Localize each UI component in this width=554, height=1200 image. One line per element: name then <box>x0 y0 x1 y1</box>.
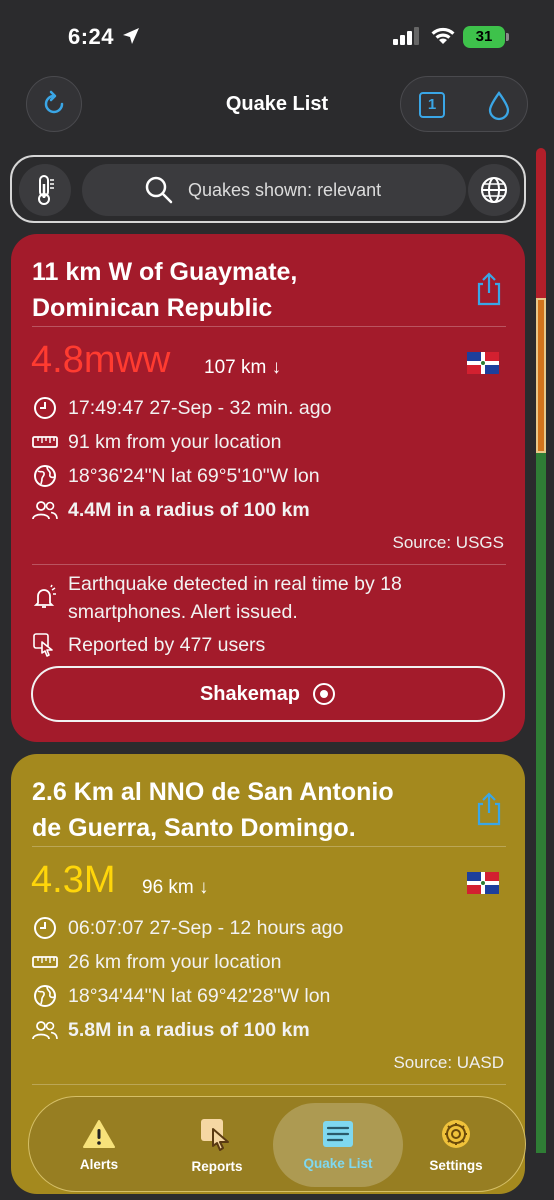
nav-right-group: 1 <box>400 76 528 132</box>
quake-population-row: 4.4M in a radius of 100 km <box>32 495 310 525</box>
quake-title: 11 km W of Guaymate, Dominican Republic <box>32 254 297 326</box>
quake-coords-row: 18°36'24"N lat 69°5'10"W lon <box>32 461 320 491</box>
reported-row: Reported by 477 users <box>32 630 265 660</box>
share-icon[interactable] <box>475 792 503 826</box>
quake-card[interactable]: 11 km W of Guaymate, Dominican Republic … <box>11 234 525 742</box>
tab-alerts[interactable]: Alerts <box>51 1097 147 1193</box>
quake-time: 17:49:47 27-Sep - 32 min. ago <box>68 396 332 419</box>
clock-icon <box>34 917 56 939</box>
quake-source: Source: UASD <box>393 1053 504 1072</box>
globe-button[interactable] <box>468 164 520 216</box>
count-filter-button[interactable]: 1 <box>419 92 445 118</box>
people-icon <box>32 501 58 520</box>
quake-coordinates: 18°36'24"N lat 69°5'10"W lon <box>68 464 320 487</box>
ruler-icon <box>32 956 58 968</box>
quake-population: 4.4M in a radius of 100 km <box>68 498 310 521</box>
quake-title-line1: 11 km W of Guaymate, <box>32 258 298 286</box>
search-filter-label: Quakes shown: relevant <box>188 179 382 200</box>
quake-title: 2.6 Km al NNO de San Antonio de Guerra, … <box>32 774 394 846</box>
depth: 96 km ↓ <box>142 877 209 898</box>
quake-time: 06:07:07 27-Sep - 12 hours ago <box>68 916 344 939</box>
magnitude: 4.3M <box>31 859 116 901</box>
divider <box>32 564 506 565</box>
location-arrow-icon <box>123 28 139 44</box>
shakemap-label: Shakemap <box>199 682 301 705</box>
target-icon <box>313 683 336 705</box>
status-time: 6:24 <box>68 24 115 49</box>
tab-quake-list-label: Quake List <box>303 1155 373 1171</box>
water-drop-icon[interactable] <box>487 91 511 121</box>
bell-alert-icon <box>33 584 56 608</box>
quake-source: Source: USGS <box>392 533 505 552</box>
tab-settings[interactable]: Settings <box>407 1097 505 1193</box>
gear-icon <box>442 1119 470 1148</box>
shakemap-button[interactable]: Shakemap <box>31 666 505 722</box>
quake-population-row: 5.8M in a radius of 100 km <box>32 1015 310 1045</box>
tab-bar: Alerts Reports Quake List Settings <box>28 1096 526 1192</box>
quake-distance-row: 91 km from your location <box>32 427 282 457</box>
divider <box>32 1084 506 1085</box>
warning-icon <box>83 1119 115 1148</box>
quake-coords-row: 18°34'44"N lat 69°42'28"W lon <box>32 981 330 1011</box>
scroll-indicator[interactable] <box>536 148 546 1158</box>
battery-indicator: 31 <box>463 26 505 48</box>
dominican-flag-icon <box>467 872 499 894</box>
tap-hand-icon <box>201 1118 229 1151</box>
divider <box>32 326 506 327</box>
quake-title-line2: Dominican Republic <box>32 294 273 322</box>
tab-alerts-label: Alerts <box>79 1156 119 1172</box>
thermometer-icon <box>38 175 54 205</box>
tab-quake-list[interactable]: Quake List <box>289 1097 387 1193</box>
filter-bar: Quakes shown: relevant <box>10 155 526 223</box>
quake-title-line2: de Guerra, Santo Domingo. <box>32 814 356 842</box>
quake-time-row: 06:07:07 27-Sep - 12 hours ago <box>32 913 343 943</box>
people-icon <box>32 1021 58 1040</box>
quake-title-line1: 2.6 Km al NNO de San Antonio <box>32 778 394 806</box>
magnitude: 4.8mww <box>31 339 171 381</box>
search-icon <box>145 176 173 204</box>
list-icon <box>323 1120 353 1147</box>
globe-icon <box>481 177 507 203</box>
quake-distance: 91 km from your location <box>68 430 282 453</box>
dominican-flag-icon <box>467 352 499 374</box>
depth: 107 km ↓ <box>204 357 282 378</box>
battery-level: 31 <box>475 28 493 45</box>
tab-settings-label: Settings <box>429 1157 483 1173</box>
clock-icon <box>34 397 56 419</box>
signal-icon <box>393 27 419 45</box>
earth-icon <box>34 985 56 1007</box>
thermometer-button[interactable] <box>19 164 71 216</box>
divider <box>32 846 506 847</box>
alert-text-line1: Earthquake detected in real time by 18 <box>68 573 402 595</box>
count-badge: 1 <box>427 96 437 113</box>
search-filter-button[interactable]: Quakes shown: relevant <box>82 164 466 216</box>
share-icon[interactable] <box>475 272 503 306</box>
tab-reports[interactable]: Reports <box>169 1097 265 1193</box>
alert-text-line2: smartphones. Alert issued. <box>68 601 298 623</box>
earth-icon <box>34 465 56 487</box>
reported-count: Reported by 477 users <box>68 633 266 656</box>
quake-population: 5.8M in a radius of 100 km <box>68 1018 310 1041</box>
quake-time-row: 17:49:47 27-Sep - 32 min. ago <box>32 393 331 423</box>
quake-distance-row: 26 km from your location <box>32 947 282 977</box>
quake-coordinates: 18°34'44"N lat 69°42'28"W lon <box>68 984 331 1007</box>
tab-reports-label: Reports <box>191 1158 243 1174</box>
wifi-icon <box>431 27 455 44</box>
quake-distance: 26 km from your location <box>68 950 282 973</box>
tap-hand-icon <box>33 633 53 657</box>
alert-info-row: Earthquake detected in real time by 18 s… <box>32 570 402 626</box>
ruler-icon <box>32 436 58 448</box>
battery-tip <box>506 33 509 41</box>
status-bar: 6:24 31 <box>0 0 554 70</box>
